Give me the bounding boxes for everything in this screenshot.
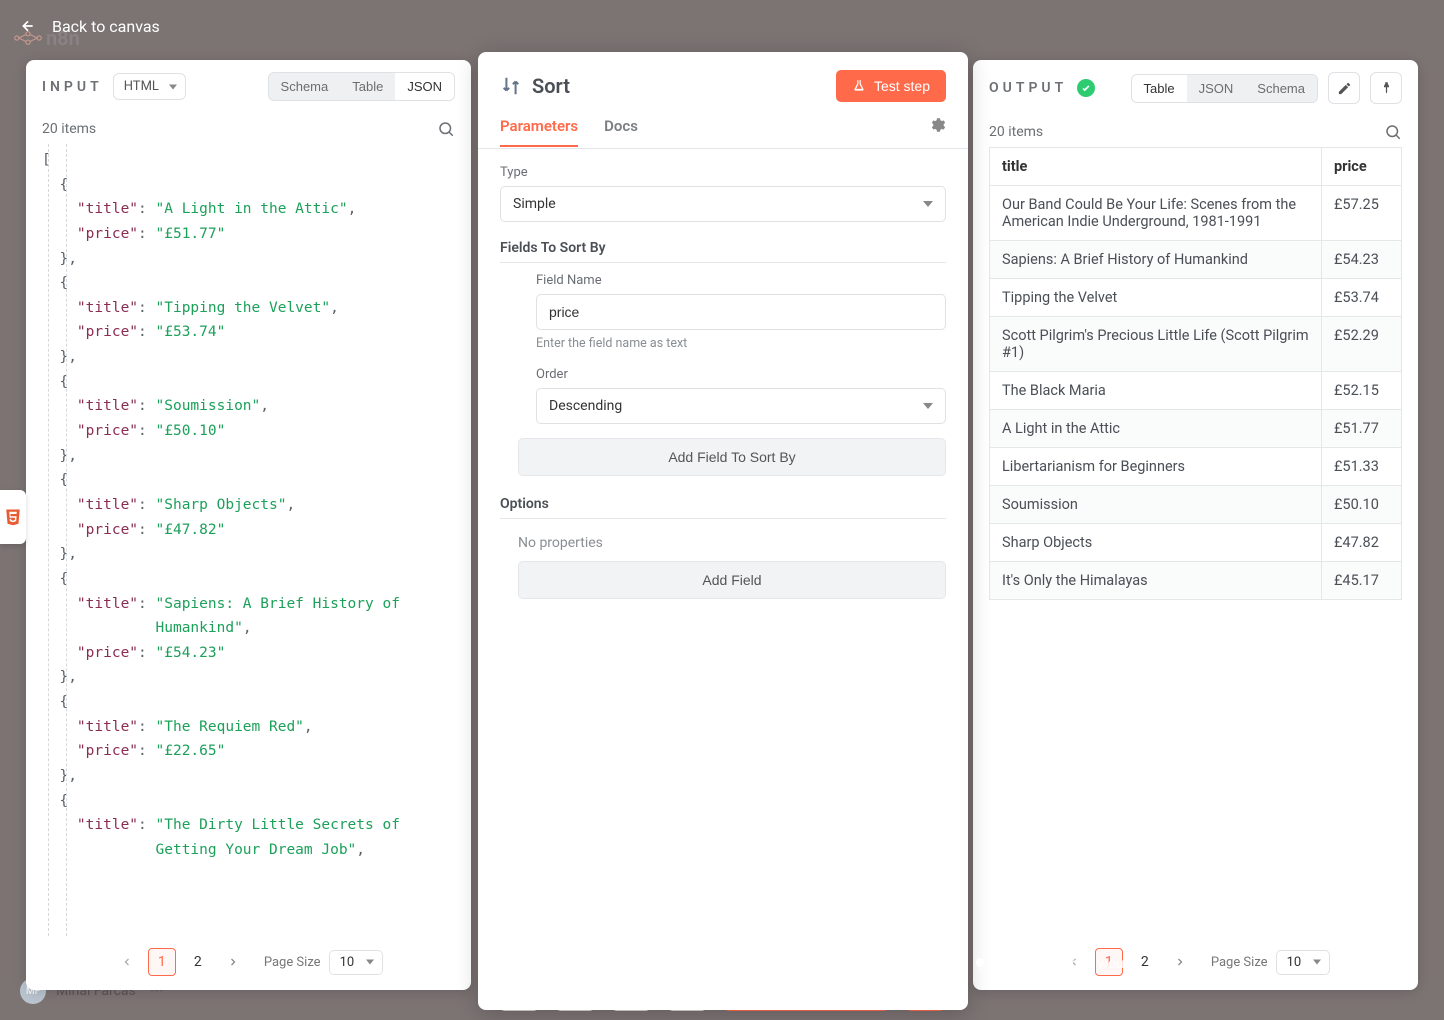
- chevron-left-icon: [121, 956, 133, 968]
- cell-title: Our Band Could Be Your Life: Scenes from…: [990, 186, 1322, 241]
- cell-price: £52.29: [1322, 317, 1402, 372]
- output-items-count: 20 items: [989, 124, 1043, 140]
- tab-parameters[interactable]: Parameters: [500, 117, 578, 147]
- add-field-to-sort-button[interactable]: Add Field To Sort By: [518, 438, 946, 476]
- output-table: title price Our Band Could Be Your Life:…: [989, 147, 1402, 600]
- output-tab-table[interactable]: Table: [1132, 75, 1187, 102]
- output-tab-schema[interactable]: Schema: [1245, 75, 1317, 102]
- fields-to-sort-label: Fields To Sort By: [500, 240, 946, 263]
- pencil-icon: [1337, 81, 1352, 96]
- wish-text: I wish this node would...: [997, 956, 1146, 972]
- cell-title: Soumission: [990, 486, 1322, 524]
- table-row[interactable]: It's Only the Himalayas£45.17: [990, 562, 1402, 600]
- gear-icon: [928, 116, 946, 134]
- cell-title: Scott Pilgrim's Precious Little Life (Sc…: [990, 317, 1322, 372]
- table-row[interactable]: Tipping the Velvet£53.74: [990, 279, 1402, 317]
- table-row[interactable]: Our Band Could Be Your Life: Scenes from…: [990, 186, 1402, 241]
- flask-icon: [852, 79, 866, 93]
- order-label: Order: [536, 367, 946, 382]
- chevron-right-icon: [227, 956, 239, 968]
- settings-gear[interactable]: [928, 116, 946, 148]
- output-title: OUTPUT: [989, 80, 1067, 96]
- cell-title: Sharp Objects: [990, 524, 1322, 562]
- options-label: Options: [500, 496, 946, 519]
- field-name-label: Field Name: [536, 273, 946, 288]
- input-tab-schema[interactable]: Schema: [269, 73, 341, 100]
- back-to-canvas[interactable]: Back to canvas: [20, 17, 160, 36]
- edit-output-button[interactable]: [1328, 72, 1360, 104]
- cell-title: It's Only the Himalayas: [990, 562, 1322, 600]
- page-2[interactable]: 2: [184, 948, 212, 976]
- lightbulb-icon: [973, 957, 987, 971]
- order-select[interactable]: Descending: [536, 388, 946, 424]
- input-view-tabs: Schema Table JSON: [268, 72, 455, 101]
- search-icon[interactable]: [1384, 123, 1402, 141]
- page-1[interactable]: 1: [148, 948, 176, 976]
- cell-price: £54.23: [1322, 241, 1402, 279]
- output-view-tabs: Table JSON Schema: [1131, 74, 1318, 103]
- side-html-tab[interactable]: [0, 490, 26, 544]
- cell-price: £52.15: [1322, 372, 1402, 410]
- table-row[interactable]: Libertarianism for Beginners£51.33: [990, 448, 1402, 486]
- cell-title: Libertarianism for Beginners: [990, 448, 1322, 486]
- cell-price: £51.33: [1322, 448, 1402, 486]
- col-price[interactable]: price: [1322, 148, 1402, 186]
- cell-title: A Light in the Attic: [990, 410, 1322, 448]
- add-field-button[interactable]: Add Field: [518, 561, 946, 599]
- output-panel: OUTPUT Table JSON Schema 20 items: [973, 60, 1418, 990]
- node-config-panel: Sort Test step Parameters Docs Type Simp…: [478, 52, 968, 1010]
- search-icon[interactable]: [437, 120, 455, 138]
- input-panel: INPUT HTML Schema Table JSON 20 items [ …: [26, 60, 471, 990]
- page-size-label: Page Size: [264, 955, 321, 970]
- check-icon: [1081, 83, 1091, 93]
- cell-price: £45.17: [1322, 562, 1402, 600]
- input-title: INPUT: [42, 79, 103, 95]
- test-step-button[interactable]: Test step: [836, 70, 946, 102]
- cell-title: Tipping the Velvet: [990, 279, 1322, 317]
- node-title: Sort: [532, 74, 826, 98]
- sort-icon: [500, 75, 522, 97]
- field-name-hint: Enter the field name as text: [536, 336, 946, 351]
- input-pagination: 1 2 Page Size 10: [26, 936, 471, 990]
- prev-page[interactable]: [114, 948, 140, 976]
- table-row[interactable]: A Light in the Attic£51.77: [990, 410, 1402, 448]
- input-format-select[interactable]: HTML: [113, 73, 186, 100]
- cell-price: £50.10: [1322, 486, 1402, 524]
- table-row[interactable]: Scott Pilgrim's Precious Little Life (Sc…: [990, 317, 1402, 372]
- field-name-input[interactable]: [536, 294, 946, 330]
- col-title[interactable]: title: [990, 148, 1322, 186]
- table-row[interactable]: The Black Maria£52.15: [990, 372, 1402, 410]
- page-size-select[interactable]: 10: [329, 950, 384, 975]
- type-select[interactable]: Simple: [500, 186, 946, 222]
- cell-price: £47.82: [1322, 524, 1402, 562]
- no-properties-text: No properties: [500, 529, 946, 551]
- table-row[interactable]: Sharp Objects£47.82: [990, 524, 1402, 562]
- wish-feedback[interactable]: I wish this node would...: [973, 956, 1418, 972]
- pin-icon: [1379, 81, 1394, 96]
- input-json-viewer[interactable]: [ { "title": "A Light in the Attic", "pr…: [26, 144, 471, 936]
- cell-title: The Black Maria: [990, 372, 1322, 410]
- input-items-count: 20 items: [42, 121, 96, 137]
- back-label: Back to canvas: [52, 17, 160, 36]
- type-label: Type: [500, 165, 946, 180]
- html-tag-icon: [4, 507, 22, 527]
- cell-price: £53.74: [1322, 279, 1402, 317]
- cell-price: £51.77: [1322, 410, 1402, 448]
- success-indicator: [1077, 79, 1095, 97]
- pin-output-button[interactable]: [1370, 72, 1402, 104]
- input-tab-json[interactable]: JSON: [395, 73, 454, 100]
- next-page[interactable]: [220, 948, 246, 976]
- table-row[interactable]: Soumission£50.10: [990, 486, 1402, 524]
- table-row[interactable]: Sapiens: A Brief History of Humankind£54…: [990, 241, 1402, 279]
- input-tab-table[interactable]: Table: [340, 73, 395, 100]
- cell-title: Sapiens: A Brief History of Humankind: [990, 241, 1322, 279]
- output-tab-json[interactable]: JSON: [1187, 75, 1246, 102]
- cell-price: £57.25: [1322, 186, 1402, 241]
- test-step-label: Test step: [874, 78, 930, 94]
- tab-docs[interactable]: Docs: [604, 117, 638, 147]
- arrow-left-icon: [20, 18, 36, 34]
